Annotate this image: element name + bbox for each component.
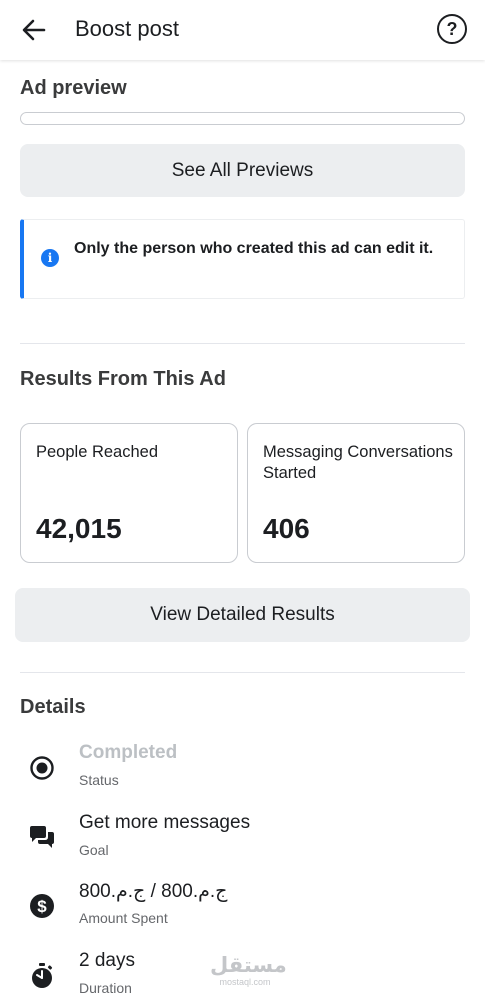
see-all-previews-button[interactable]: See All Previews [20, 144, 465, 197]
detail-row-status: Completed Status [20, 742, 465, 794]
svg-text:$: $ [37, 897, 47, 916]
help-button[interactable]: ? [437, 14, 467, 44]
app-header: Boost post ? [0, 0, 485, 60]
view-detailed-results-button[interactable]: View Detailed Results [15, 588, 470, 642]
stat-label: Messaging Conversations Started [263, 443, 453, 482]
goal-label: Goal [79, 842, 109, 858]
ad-preview-heading: Ad preview [20, 77, 127, 99]
stat-value: 42,015 [36, 513, 122, 544]
back-button[interactable] [16, 14, 52, 46]
stat-value: 406 [263, 513, 310, 544]
dollar-coin-icon: $ [28, 892, 56, 920]
details-heading: Details [20, 696, 86, 718]
page-title: Boost post [75, 16, 179, 41]
arrow-left-icon [22, 19, 46, 41]
stopwatch-icon [28, 962, 56, 990]
duration-value: 2 days [79, 950, 135, 971]
radio-target-icon [28, 754, 56, 782]
detail-row-goal: Get more messages Goal [20, 812, 465, 864]
goal-value: Get more messages [79, 812, 251, 833]
detail-row-amount-spent: $ ج.م.‏800 / ج.م.‏800 Amount Spent [20, 880, 465, 932]
watermark-logo: مستقل mostaql.com [210, 955, 287, 988]
notice-text: Only the person who created this ad can … [74, 240, 434, 257]
chat-bubbles-icon [28, 824, 56, 852]
amount-spent-label: Amount Spent [79, 910, 168, 926]
info-icon: i [41, 249, 59, 267]
duration-label: Duration [79, 980, 132, 996]
messaging-conversations-card[interactable]: Messaging Conversations Started 406 [247, 423, 465, 563]
watermark-text: مستقل [210, 954, 287, 977]
divider [20, 672, 465, 673]
results-heading: Results From This Ad [20, 368, 226, 390]
status-label: Status [79, 772, 119, 788]
stat-label: People Reached [36, 443, 159, 461]
divider [20, 343, 465, 344]
amount-spent-value: ج.م.‏800 / ج.م.‏800 [79, 881, 228, 902]
edit-permission-notice: i Only the person who created this ad ca… [20, 219, 465, 299]
watermark-sub: mostaql.com [219, 977, 271, 987]
status-value: Completed [79, 742, 178, 763]
people-reached-card[interactable]: People Reached 42,015 [20, 423, 238, 563]
ad-preview-frame [20, 112, 465, 125]
